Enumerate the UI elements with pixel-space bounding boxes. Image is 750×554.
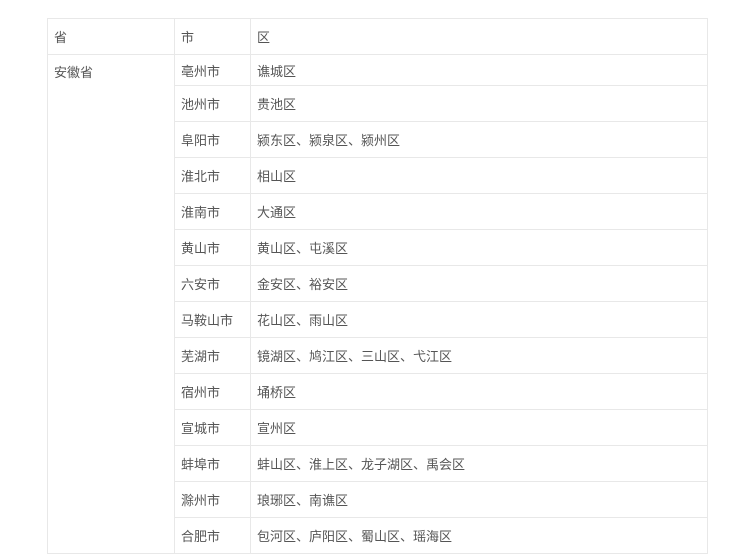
- city-cell: 宣城市: [174, 409, 251, 446]
- district-cell: 琅琊区、南谯区: [250, 481, 708, 518]
- city-cell: 马鞍山市: [174, 301, 251, 338]
- district-cell: 蚌山区、淮上区、龙子湖区、禹会区: [250, 445, 708, 482]
- city-cell: 阜阳市: [174, 121, 251, 158]
- district-cell: 贵池区: [250, 85, 708, 122]
- district-cell: 黄山区、屯溪区: [250, 229, 708, 266]
- district-cell: 颍东区、颍泉区、颍州区: [250, 121, 708, 158]
- city-cell: 合肥市: [174, 517, 251, 554]
- district-cell: 宣州区: [250, 409, 708, 446]
- city-cell: 宿州市: [174, 373, 251, 410]
- district-cell: 谯城区: [250, 54, 708, 86]
- city-cell: 芜湖市: [174, 337, 251, 374]
- table-header-row: 省 市 区: [47, 18, 708, 55]
- city-cell: 淮北市: [174, 157, 251, 194]
- header-province: 省: [47, 18, 175, 55]
- header-district: 区: [250, 18, 708, 55]
- city-cell: 蚌埠市: [174, 445, 251, 482]
- district-cell: 花山区、雨山区: [250, 301, 708, 338]
- city-cell: 淮南市: [174, 193, 251, 230]
- region-table-container: 省 市 区 安徽省 亳州市 谯城区 池州市 贵池区 阜阳市 颍东区、颍泉区、颍州…: [47, 18, 708, 554]
- region-table: 省 市 区 安徽省 亳州市 谯城区 池州市 贵池区 阜阳市 颍东区、颍泉区、颍州…: [47, 18, 708, 554]
- district-cell: 包河区、庐阳区、蜀山区、瑶海区: [250, 517, 708, 554]
- district-cell: 相山区: [250, 157, 708, 194]
- city-cell: 亳州市: [174, 54, 251, 86]
- city-cell: 滁州市: [174, 481, 251, 518]
- city-cell: 六安市: [174, 265, 251, 302]
- province-cell: 安徽省: [47, 54, 175, 554]
- table-body: 省 市 区 安徽省 亳州市 谯城区 池州市 贵池区 阜阳市 颍东区、颍泉区、颍州…: [47, 18, 708, 554]
- city-cell: 黄山市: [174, 229, 251, 266]
- district-cell: 金安区、裕安区: [250, 265, 708, 302]
- city-cell: 池州市: [174, 85, 251, 122]
- table-row: 安徽省 亳州市 谯城区: [47, 54, 708, 554]
- district-cell: 镜湖区、鸠江区、三山区、弋江区: [250, 337, 708, 374]
- header-city: 市: [174, 18, 251, 55]
- district-cell: 大通区: [250, 193, 708, 230]
- district-cell: 埇桥区: [250, 373, 708, 410]
